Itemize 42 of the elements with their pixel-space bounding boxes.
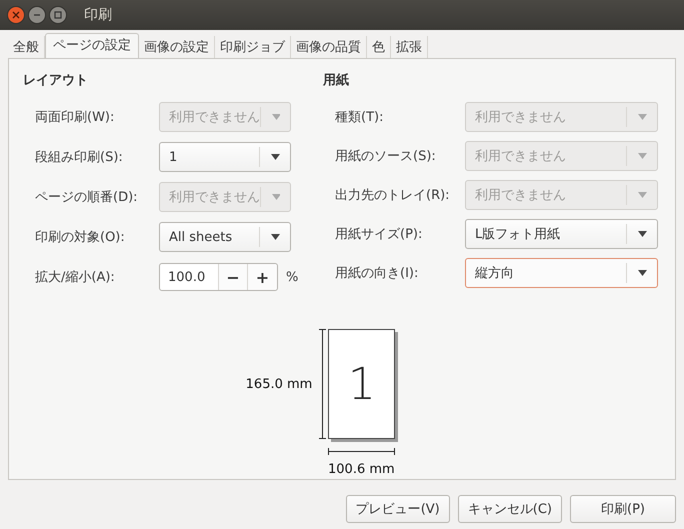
maximize-icon xyxy=(54,11,62,19)
dropdown[interactable]: 1 xyxy=(159,142,291,172)
field-label: 両面印刷(W): xyxy=(35,109,116,126)
field-label: 印刷の対象(O): xyxy=(35,229,126,246)
dimension-label: 100.6 mm xyxy=(328,462,395,477)
dimension-label: 165.0 mm xyxy=(246,376,312,392)
caret-icon xyxy=(638,270,647,276)
caret-icon xyxy=(638,230,647,236)
tab[interactable]: ページの設定 xyxy=(45,33,139,59)
caret-icon xyxy=(271,154,280,160)
field-label: 用紙のソース(S): xyxy=(335,148,437,164)
caret-icon xyxy=(638,114,647,120)
field-label: 段組み印刷(S): xyxy=(35,149,124,166)
dropdown[interactable]: 縦方向 xyxy=(465,258,658,288)
close-button[interactable] xyxy=(7,6,25,24)
maximize-button[interactable] xyxy=(49,6,67,24)
minimize-button[interactable] xyxy=(28,6,46,24)
section-heading: 用紙 xyxy=(323,72,350,89)
caret-icon xyxy=(638,152,647,158)
caret-icon xyxy=(272,114,280,120)
field-label: 用紙の向き(I): xyxy=(335,264,420,282)
field-label: ページの順番(D): xyxy=(35,189,139,206)
caret-icon xyxy=(638,192,647,198)
close-icon xyxy=(12,11,20,19)
caret-icon xyxy=(272,194,280,200)
field-label: 拡大/縮小(A): xyxy=(35,269,116,286)
window-title: 印刷 xyxy=(84,6,112,24)
section-heading: レイアウト xyxy=(23,72,89,89)
unit-label: % xyxy=(286,270,298,284)
decrement-button[interactable]: − xyxy=(219,264,248,290)
caret-icon xyxy=(271,234,280,240)
page-number: 1 xyxy=(348,358,376,410)
dropdown[interactable]: L版フォト用紙 xyxy=(465,218,658,248)
dialog-button[interactable]: 印刷(P) xyxy=(570,495,676,523)
increment-button[interactable]: + xyxy=(248,264,277,290)
dialog-button[interactable]: プレビュー(V) xyxy=(346,495,450,523)
width-dimension-line xyxy=(328,448,396,456)
field-label: 出力先のトレイ(R): xyxy=(335,186,451,204)
dialog-button[interactable]: キャンセル(C) xyxy=(458,495,562,523)
field-label: 種類(T): xyxy=(335,108,384,126)
dropdown[interactable]: All sheets xyxy=(159,222,291,252)
field-label: 用紙サイズ(P): xyxy=(335,226,424,242)
